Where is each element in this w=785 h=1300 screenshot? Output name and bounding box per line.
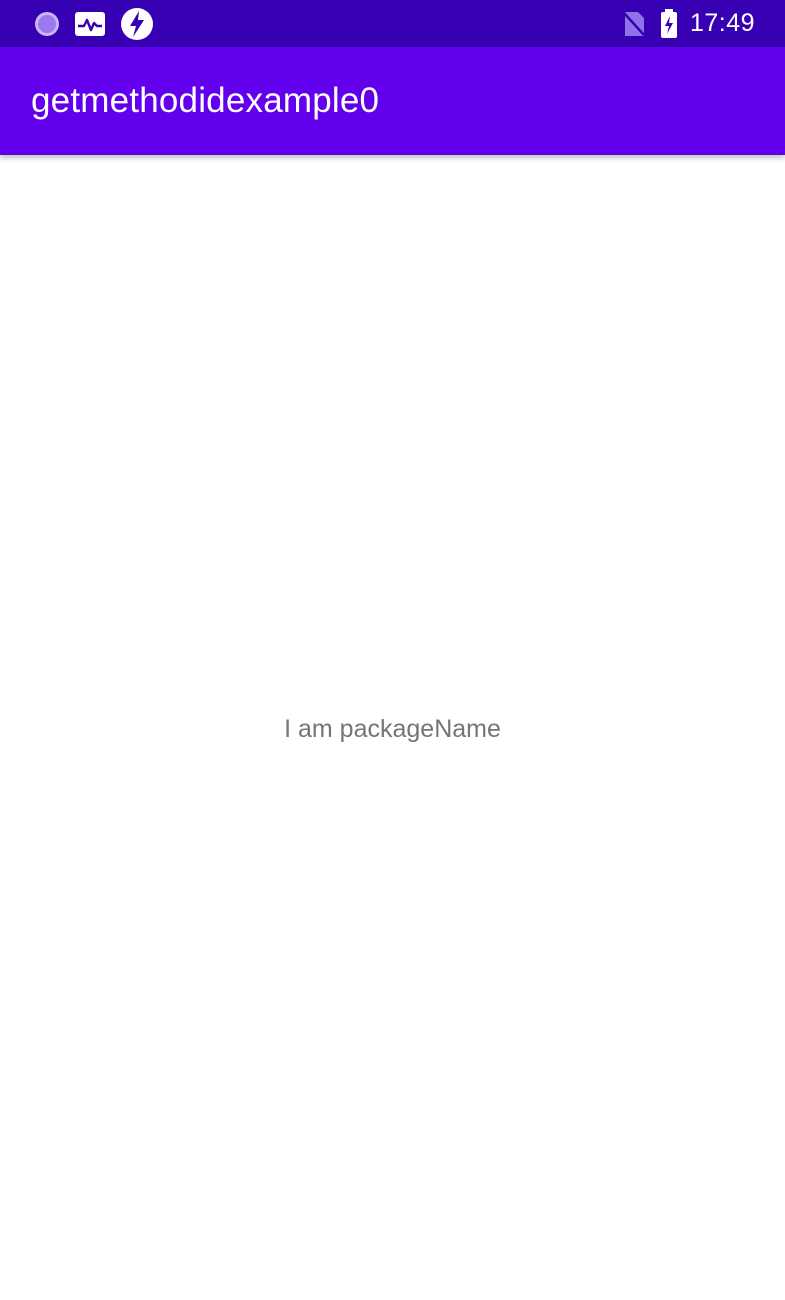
package-name-text: I am packageName xyxy=(284,715,501,743)
record-dot-icon xyxy=(34,11,60,37)
main-content: I am packageName xyxy=(0,155,785,1300)
app-bar: getmethodidexample0 xyxy=(0,47,785,155)
no-sim-icon xyxy=(622,10,646,38)
data-saver-icon xyxy=(120,7,154,41)
status-left-icons xyxy=(34,7,168,41)
battery-charging-icon xyxy=(660,8,678,39)
app-screen: 17:49 getmethodidexample0 I am packageNa… xyxy=(0,0,785,1300)
status-clock: 17:49 xyxy=(689,9,755,37)
status-bar: 17:49 xyxy=(0,0,785,47)
app-title: getmethodidexample0 xyxy=(31,81,380,120)
status-right-icons: 17:49 xyxy=(608,8,755,39)
activity-monitor-icon xyxy=(74,11,106,37)
